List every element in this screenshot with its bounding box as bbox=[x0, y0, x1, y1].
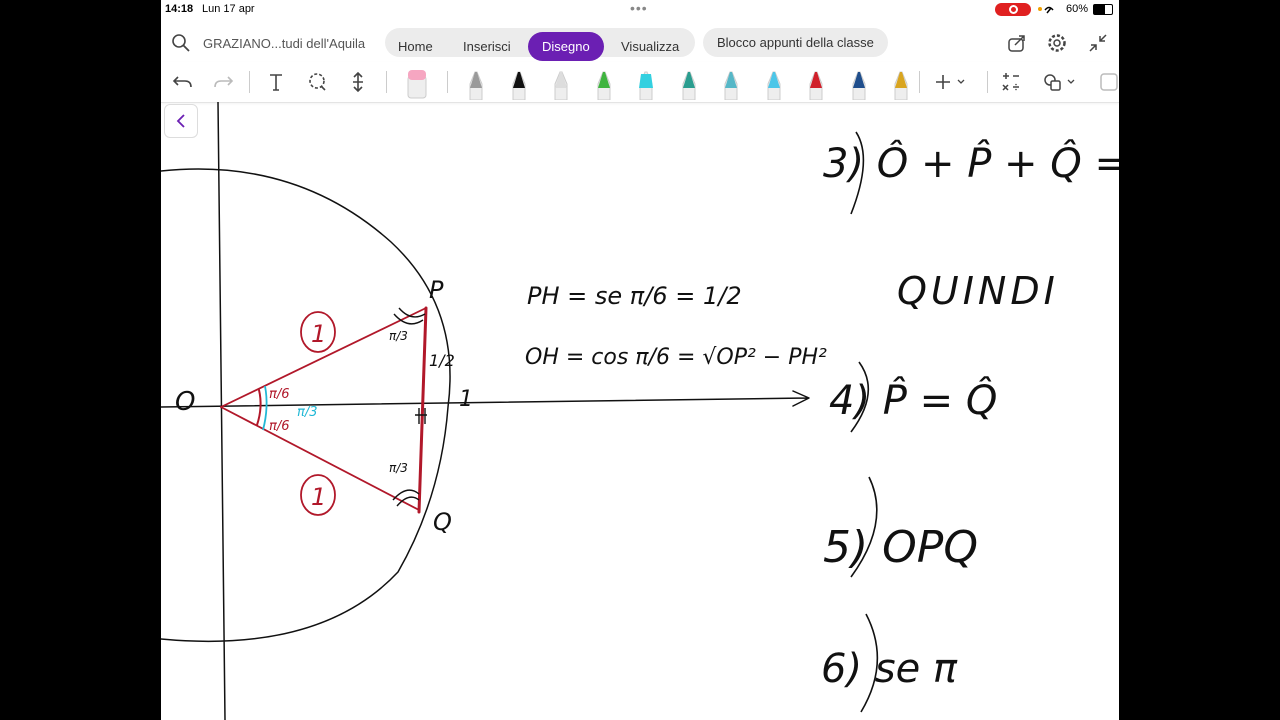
toolbar-divider bbox=[919, 71, 920, 93]
search-icon[interactable] bbox=[171, 33, 191, 53]
class-notebook-button[interactable]: Blocco appunti della classe bbox=[703, 28, 888, 57]
tab-view[interactable]: Visualizza bbox=[621, 39, 679, 54]
status-bar: 14:18 Lun 17 apr ••• 60% bbox=[161, 0, 1119, 20]
lasso-select-icon[interactable] bbox=[303, 68, 331, 96]
tab-insert[interactable]: Inserisci bbox=[463, 39, 511, 54]
label-p: P bbox=[429, 276, 444, 304]
collapse-icon[interactable] bbox=[1087, 32, 1109, 54]
screen-recording-icon[interactable] bbox=[995, 3, 1031, 16]
ink-canvas[interactable]: O P Q 1 1/2 1 1 π/6 π/6 π/3 π/3 π/3 PH =… bbox=[161, 102, 1119, 720]
label-o: O bbox=[175, 387, 195, 417]
pen-6-icon[interactable] bbox=[679, 66, 699, 100]
eraser-icon[interactable] bbox=[406, 66, 428, 100]
toolbar-divider bbox=[386, 71, 387, 93]
insert-space-icon[interactable] bbox=[344, 68, 372, 96]
gear-icon[interactable] bbox=[1046, 32, 1068, 54]
angle-label-cyan: π/3 bbox=[297, 405, 317, 420]
shapes-icon[interactable] bbox=[1039, 68, 1079, 96]
pen-5-icon[interactable] bbox=[636, 66, 656, 100]
x-axis bbox=[161, 390, 810, 408]
angle-label-q: π/3 bbox=[389, 461, 408, 475]
label-half: 1/2 bbox=[429, 351, 455, 370]
pen-7-icon[interactable] bbox=[721, 66, 741, 100]
math-icon[interactable] bbox=[997, 68, 1025, 96]
undo-icon[interactable] bbox=[169, 68, 197, 96]
pen-10-icon[interactable] bbox=[849, 66, 869, 100]
toolbar-divider bbox=[987, 71, 988, 93]
tab-home[interactable]: Home bbox=[398, 39, 433, 54]
circled-one-top: 1 bbox=[311, 320, 326, 348]
toolbar-divider bbox=[249, 71, 250, 93]
step-5: 5) OPQ bbox=[823, 522, 978, 573]
ipad-screen: 14:18 Lun 17 apr ••• 60% GRAZIANO...tudi… bbox=[161, 0, 1119, 720]
ribbon-tabs: Home Inserisci Disegno Visualizza bbox=[385, 28, 695, 61]
battery-icon bbox=[1093, 4, 1113, 15]
pen-1-icon[interactable] bbox=[466, 66, 486, 100]
multitasking-dots-icon[interactable]: ••• bbox=[630, 0, 648, 16]
label-one-axis: 1 bbox=[459, 387, 473, 412]
angle-label-p: π/3 bbox=[389, 329, 408, 343]
quindi-label: QUINDI bbox=[897, 269, 1059, 313]
equation-ph: PH = se π/6 = 1/2 bbox=[527, 282, 742, 310]
label-q: Q bbox=[433, 508, 452, 536]
angle-label-upper: π/6 bbox=[269, 387, 289, 402]
step-3: 3) Ô + P̂ + Q̂ = bbox=[823, 139, 1119, 187]
wifi-icon bbox=[1037, 3, 1059, 18]
step-4: 4) P̂ = Q̂ bbox=[829, 376, 997, 424]
angle-label-lower: π/6 bbox=[269, 419, 289, 434]
angle-arc-o bbox=[256, 389, 262, 426]
ribbon: GRAZIANO...tudi dell'Aquila Home Inseris… bbox=[161, 24, 1119, 62]
circled-one-bottom: 1 bbox=[311, 483, 326, 511]
toolbar-divider bbox=[447, 71, 448, 93]
pen-2-icon[interactable] bbox=[509, 66, 529, 100]
text-icon[interactable] bbox=[262, 68, 290, 96]
step-6: 6) se π bbox=[821, 646, 958, 692]
pen-11-icon[interactable] bbox=[891, 66, 911, 100]
pen-3-icon[interactable] bbox=[551, 66, 571, 100]
document-title[interactable]: GRAZIANO...tudi dell'Aquila bbox=[203, 36, 365, 51]
pen-9-icon[interactable] bbox=[806, 66, 826, 100]
share-icon[interactable] bbox=[1006, 32, 1028, 54]
tab-draw[interactable]: Disegno bbox=[528, 32, 604, 61]
y-axis bbox=[217, 102, 226, 720]
pen-8-icon[interactable] bbox=[764, 66, 784, 100]
pen-4-icon[interactable] bbox=[594, 66, 614, 100]
status-date: Lun 17 apr bbox=[202, 3, 255, 15]
draw-toolbar bbox=[161, 62, 1119, 103]
battery-percent: 60% bbox=[1066, 3, 1089, 15]
angle-arc-o-cyan bbox=[262, 385, 268, 431]
page-icon[interactable] bbox=[1097, 68, 1119, 96]
redo-icon[interactable] bbox=[209, 68, 237, 96]
equation-oh: OH = cos π/6 = √OP² − PH² bbox=[525, 345, 827, 370]
status-time: 14:18 bbox=[165, 3, 194, 15]
add-pen-icon[interactable] bbox=[929, 68, 969, 96]
